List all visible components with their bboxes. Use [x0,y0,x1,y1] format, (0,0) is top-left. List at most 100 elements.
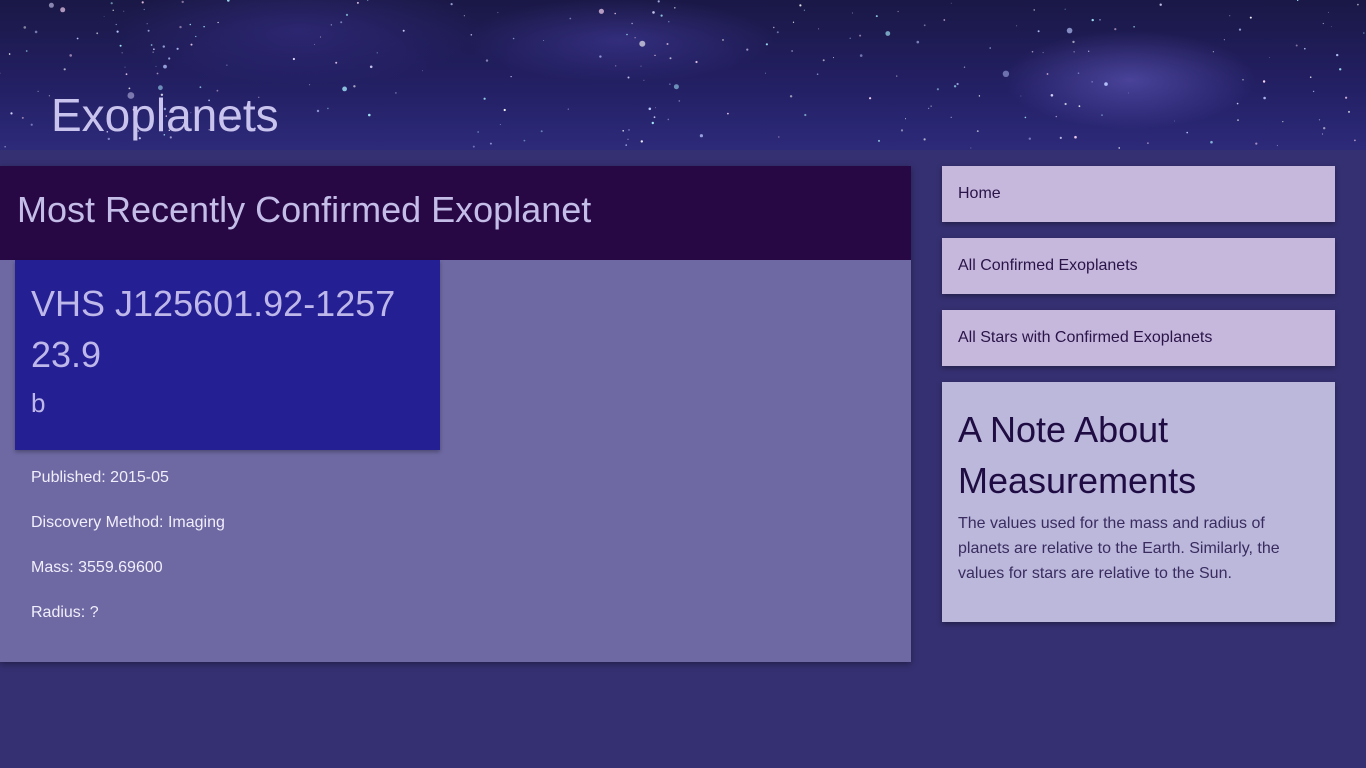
star-dot [896,75,898,77]
star-dot [181,0,184,4]
star-dot [523,139,526,142]
star-dot [897,10,899,13]
star-dot [923,138,926,141]
star-dot [900,129,904,132]
discovery-method: Discovery Method: Imaging [31,514,225,531]
star-dot [121,52,123,54]
star-dot [340,21,343,24]
star-dot [376,52,378,54]
star-dot [203,26,205,28]
star-dot [4,146,6,148]
star-dot [499,124,501,125]
star-dot [503,108,506,112]
nav-item-label[interactable]: All Stars with Confirmed Exoplanets [958,328,1212,348]
star-dot [25,50,28,52]
star-dot [1276,144,1278,147]
star-dot [978,95,981,97]
star-dot [569,17,572,20]
star-dot [1064,102,1067,106]
star-dot [152,51,154,53]
star-dot [970,147,972,149]
star-dot [1128,92,1129,94]
star-dot [190,43,193,46]
star-dot [1101,114,1103,116]
star-dot [369,65,373,69]
star-dot [112,9,114,11]
star-dot [1339,68,1342,71]
star-dot [319,36,322,38]
star-dot [179,25,182,29]
star-dot [510,76,512,78]
star-dot [654,54,656,57]
star-dot [923,24,926,27]
star-dot [936,88,940,91]
star-dot [668,21,670,23]
star-dot [1357,3,1359,6]
star-dot [622,130,624,132]
nav-item-all-stars[interactable]: All Stars with Confirmed Exoplanets [942,310,1335,366]
star-dot [833,57,834,59]
star-dot [1237,119,1239,121]
star-dot [368,113,371,117]
star-dot [1028,137,1032,140]
nav-item-home[interactable]: Home [942,166,1335,222]
star-dot [450,3,453,6]
star-dot [1042,52,1044,54]
star-dot [1223,39,1225,41]
nav-item-label[interactable]: Home [958,184,1001,204]
star-dot [1345,96,1348,99]
star-dot [155,65,157,67]
star-dot [652,11,655,14]
star-dot [669,83,671,85]
star-dot [1033,9,1035,11]
star-dot [1091,18,1094,22]
star-dot [1309,76,1312,78]
star-dot [859,34,862,37]
star-dot [599,55,602,58]
star-dot [930,105,932,107]
star-dot [163,64,167,69]
star-dot [115,23,117,26]
star-dot [1055,115,1058,118]
star-dot [666,43,669,45]
star-dot [667,118,670,121]
star-dot [678,100,681,102]
nav-item-label[interactable]: All Confirmed Exoplanets [958,256,1138,276]
planet-name-box: VHS J125601.92-125723.9 b [15,260,440,450]
star-dot [849,37,851,39]
star-dot [422,70,423,72]
star-dot [1072,40,1075,44]
star-dot [1077,72,1080,74]
star-dot [21,116,24,119]
star-dot [792,21,795,23]
star-dot [470,34,473,36]
star-dot [1133,26,1135,28]
star-dot [722,39,724,41]
star-dot [1348,110,1350,113]
star-dot [402,29,405,32]
star-dot [727,112,729,115]
nav-item-all-confirmed-exoplanets[interactable]: All Confirmed Exoplanets [942,238,1335,294]
star-dot [1336,53,1339,57]
star-dot [669,57,672,60]
star-dot [1322,22,1324,25]
star-dot [1269,57,1270,58]
star-dot [69,54,72,57]
star-dot [628,129,630,131]
star-dot [634,37,636,39]
star-dot [640,65,642,67]
star-dot [497,12,499,14]
star-dot [156,72,159,75]
star-dot [1104,82,1108,86]
star-dot [168,57,171,60]
star-dot [10,112,13,115]
star-dot [1118,147,1120,149]
planet-mass: Mass: 3559.69600 [31,559,163,576]
star-dot [927,107,930,110]
star-dot [1002,70,1010,78]
star-dot [512,37,515,40]
star-dot [1304,47,1306,50]
star-dot [153,48,155,50]
star-dot [804,113,807,117]
star-dot [123,10,125,12]
